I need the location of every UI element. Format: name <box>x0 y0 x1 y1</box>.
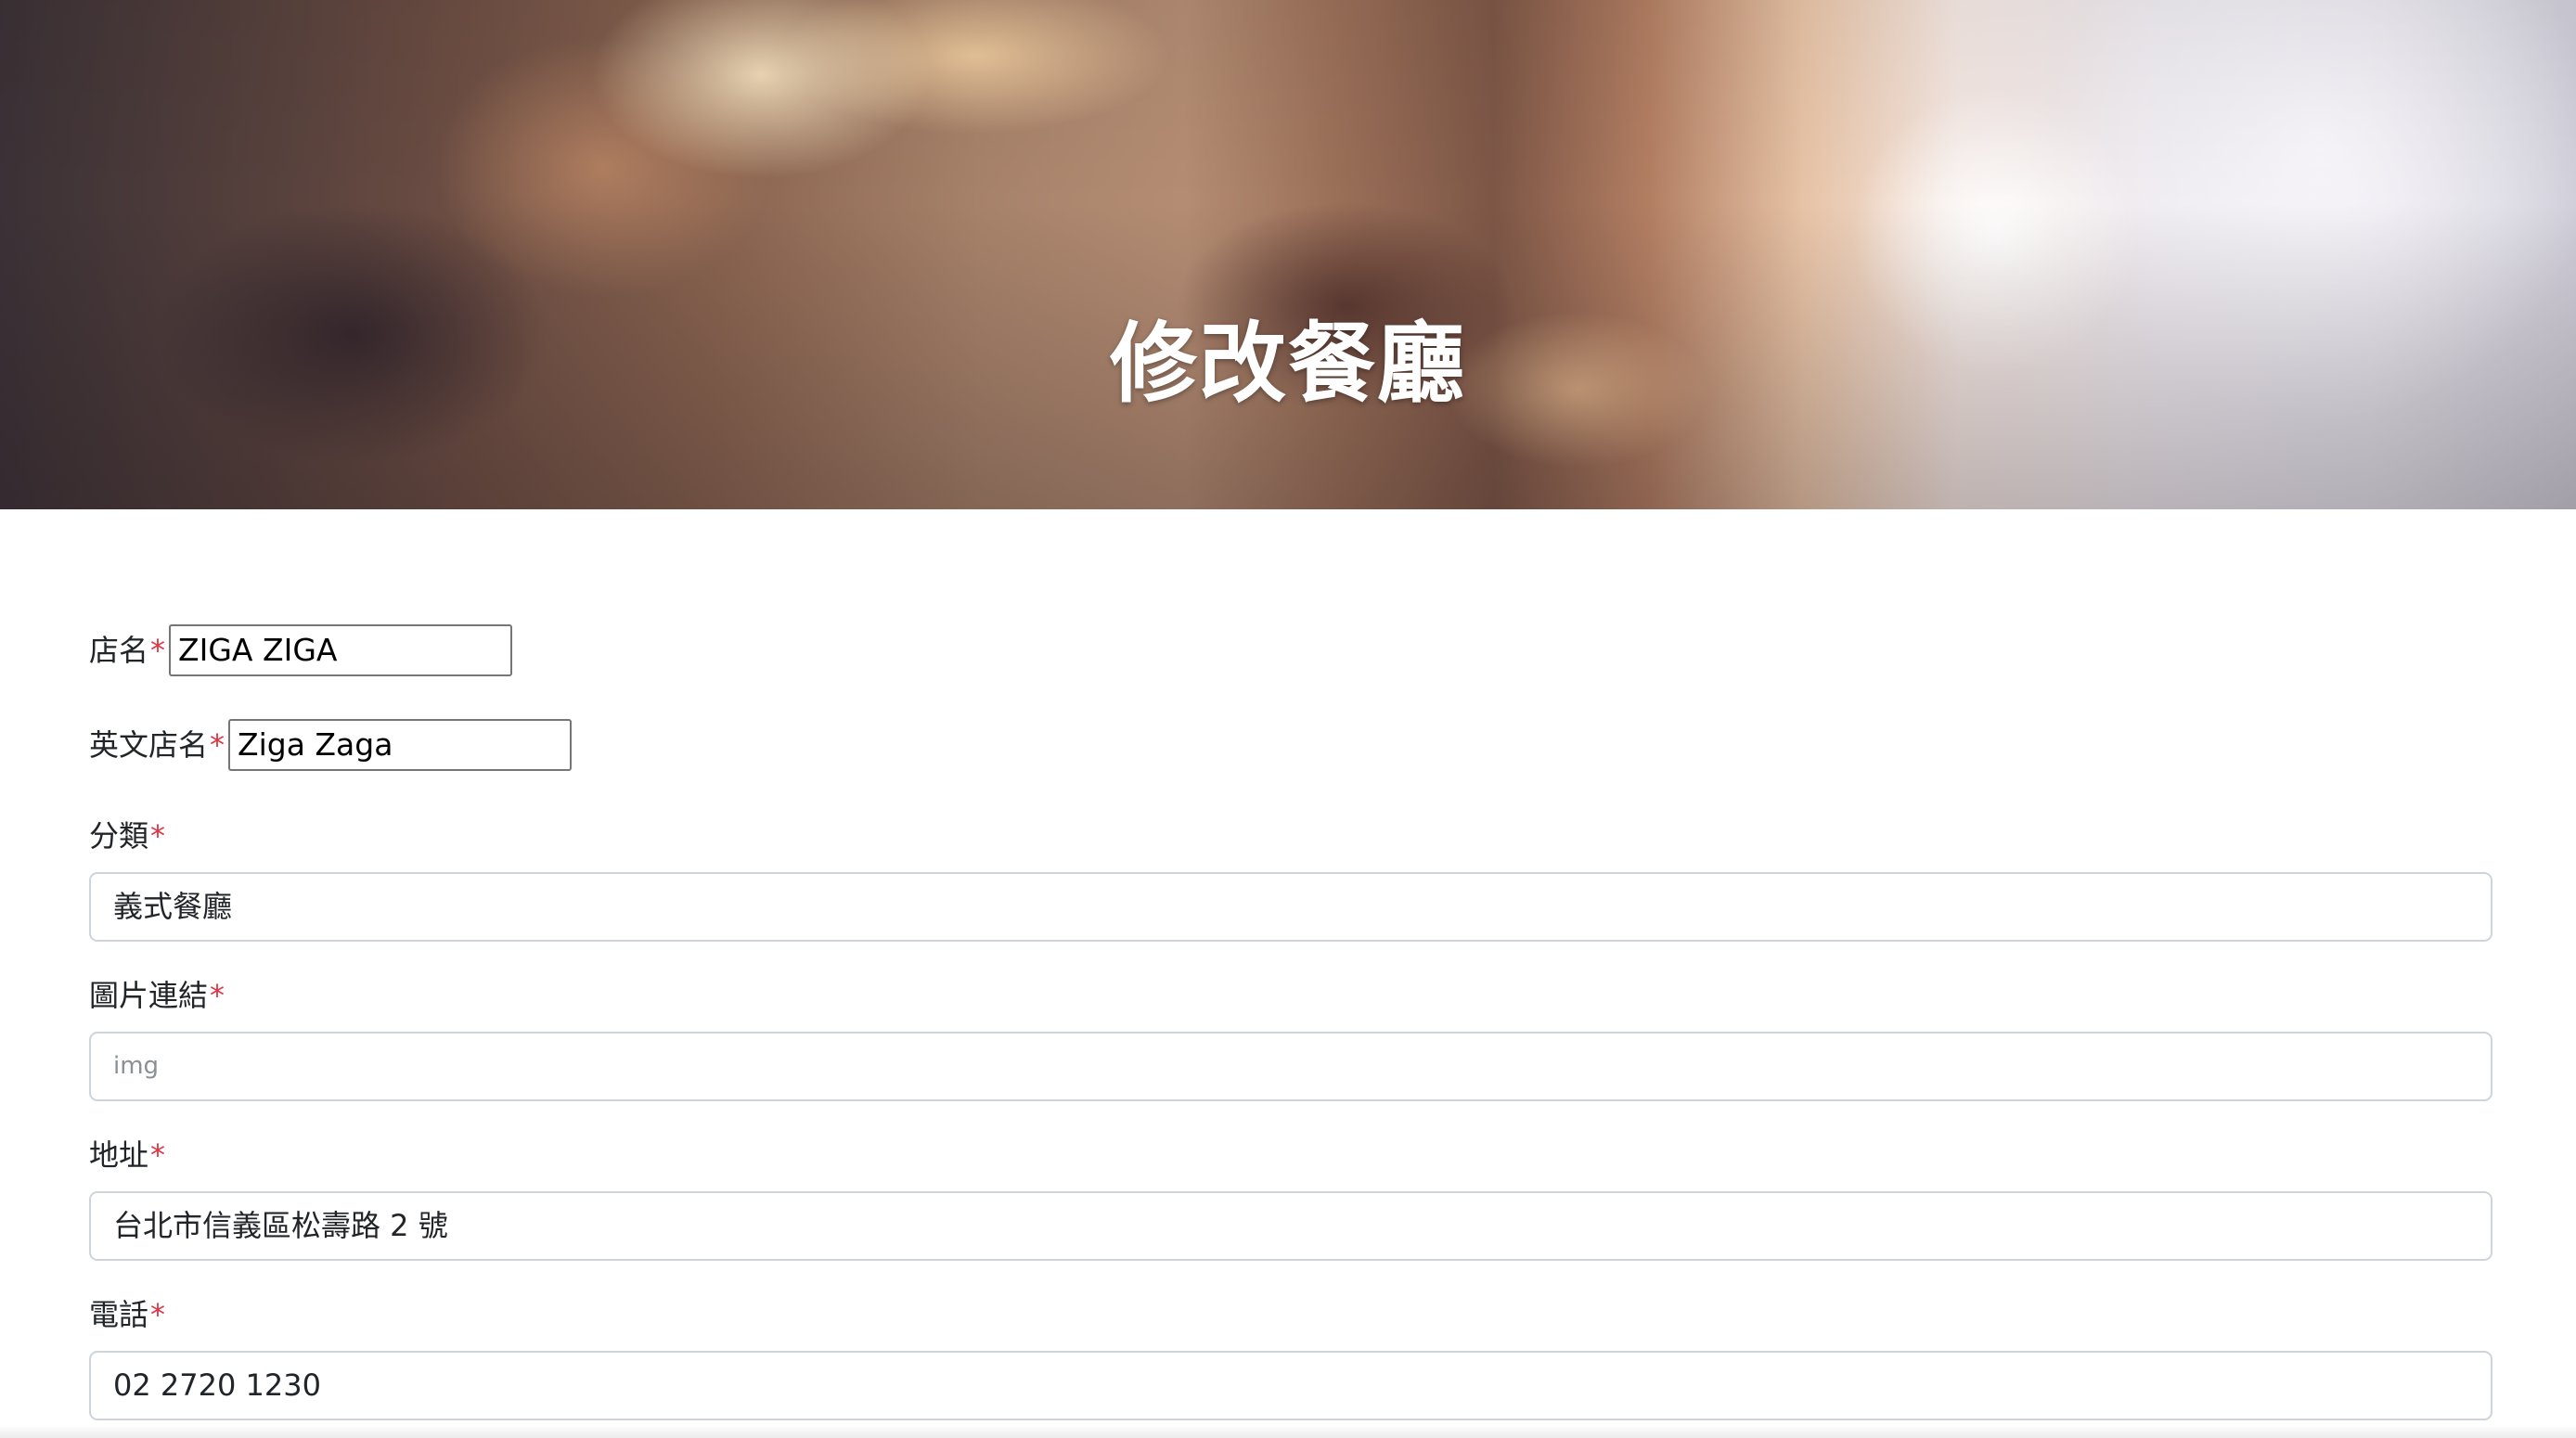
location-input[interactable]: 台北市信義區松壽路 2 號 <box>89 1191 2492 1261</box>
required-mark: * <box>210 978 225 1013</box>
name-input[interactable]: ZIGA ZIGA <box>169 624 512 676</box>
name-label: 店名* <box>89 636 165 665</box>
phone-label-text: 電話 <box>89 1297 149 1332</box>
page-title: 修改餐廳 <box>1109 314 1466 415</box>
required-mark: * <box>210 727 225 763</box>
phone-input[interactable]: 02 2720 1230 <box>89 1351 2492 1420</box>
name-en-label: 英文店名* <box>89 730 225 760</box>
name-en-label-text: 英文店名 <box>89 727 209 763</box>
location-label: 地址* <box>89 1140 165 1170</box>
name-label-text: 店名 <box>89 633 149 668</box>
required-mark: * <box>150 1137 166 1173</box>
name-en-input[interactable]: Ziga Zaga <box>228 719 572 771</box>
phone-label: 電話* <box>89 1300 165 1329</box>
image-url-input[interactable]: img <box>89 1032 2492 1101</box>
category-input[interactable]: 義式餐廳 <box>89 872 2492 942</box>
category-label-text: 分類 <box>89 818 149 854</box>
hero-banner: 修改餐廳 <box>0 0 2576 509</box>
bottom-shade <box>0 1425 2576 1438</box>
image-label: 圖片連結* <box>89 981 225 1010</box>
image-label-text: 圖片連結 <box>89 978 209 1013</box>
location-label-text: 地址 <box>89 1137 149 1173</box>
required-mark: * <box>150 633 166 668</box>
category-label: 分類* <box>89 821 165 851</box>
required-mark: * <box>150 1297 166 1332</box>
required-mark: * <box>150 818 166 854</box>
